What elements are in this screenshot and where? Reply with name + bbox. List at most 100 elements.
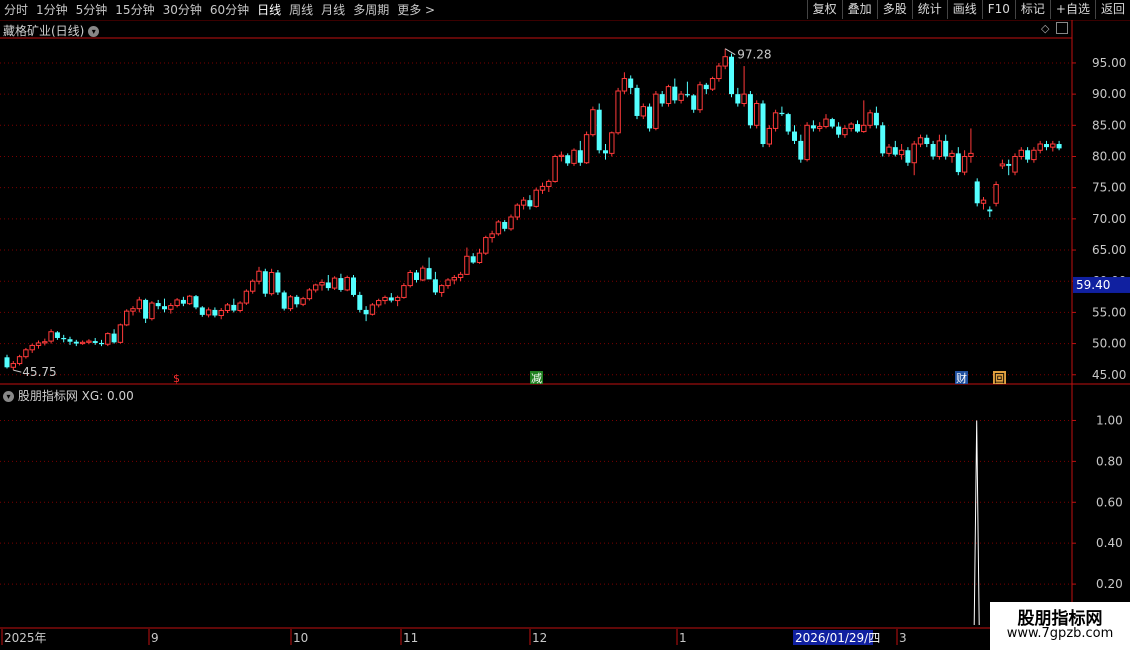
candle-body-down xyxy=(779,112,785,115)
candle-body-down xyxy=(281,292,287,309)
candle-body-down xyxy=(729,56,734,95)
candle-body-up xyxy=(804,124,810,161)
candle-body-down xyxy=(873,112,879,126)
candle-body-down xyxy=(905,150,911,163)
candle-body-up xyxy=(79,341,86,345)
watermark-url: www.7gpzb.com xyxy=(1006,626,1114,641)
chart-canvas[interactable]: 95.0090.0085.0080.0075.0070.0065.0060.00… xyxy=(0,0,1130,650)
candle-body-down xyxy=(262,271,268,294)
candle-body-up xyxy=(911,143,917,164)
time-axis-label: 1 xyxy=(679,631,687,645)
event-marker: $ xyxy=(173,372,180,385)
candle-body-down xyxy=(1006,163,1012,166)
candle-body-up xyxy=(1031,149,1037,161)
candle-body-up xyxy=(961,155,968,173)
candle-body-down xyxy=(659,94,665,104)
candle-body-down xyxy=(155,303,161,307)
candle-body-up xyxy=(949,152,955,157)
candle-body-up xyxy=(376,300,382,306)
candle-body-down xyxy=(193,296,199,308)
candle-body-up xyxy=(886,146,892,154)
candle-body-up xyxy=(615,90,621,134)
candle-body-down xyxy=(892,147,898,155)
candle-body-up xyxy=(218,310,224,317)
candle-body-down xyxy=(92,341,98,343)
candle-body-up xyxy=(842,127,848,136)
price-axis-label: 95.00 xyxy=(1092,56,1126,70)
candle-body-up xyxy=(848,123,854,129)
candle-body-up xyxy=(168,305,174,310)
price-axis-label: 55.00 xyxy=(1092,305,1126,319)
candle-body-up xyxy=(766,127,772,145)
candle-body-up xyxy=(590,109,596,136)
candle-body-up xyxy=(817,126,823,129)
candle-body-down xyxy=(4,357,10,368)
candle-body-down xyxy=(735,94,741,104)
candle-body-up xyxy=(445,279,451,287)
candle-body-up xyxy=(621,78,628,92)
candle-body-up xyxy=(420,267,426,281)
candle-body-up xyxy=(754,102,760,126)
candle-body-up xyxy=(187,295,193,305)
candle-body-down xyxy=(143,299,149,319)
candle-body-down xyxy=(1056,144,1062,149)
candle-body-up xyxy=(898,149,905,156)
candle-body-down xyxy=(785,114,791,132)
candle-body-down xyxy=(294,296,300,305)
candle-body-down xyxy=(760,103,766,145)
candle-body-up xyxy=(980,199,987,204)
candle-body-up xyxy=(224,304,231,312)
candle-body-up xyxy=(665,86,672,104)
candle-body-up xyxy=(722,56,728,67)
candle-body-down xyxy=(502,221,508,229)
candle-body-up xyxy=(313,284,319,291)
candle-body-up xyxy=(514,204,520,218)
candle-body-down xyxy=(432,279,438,293)
high-price-label: 97.28 xyxy=(737,48,771,62)
candle-body-down xyxy=(338,278,344,290)
candle-body-up xyxy=(394,296,401,302)
candle-body-up xyxy=(999,163,1006,167)
candle-body-up xyxy=(256,270,262,282)
candle-body-up xyxy=(552,155,558,182)
candle-body-up xyxy=(29,344,35,351)
candle-body-down xyxy=(363,309,369,315)
candle-body-down xyxy=(691,95,697,110)
candle-body-down xyxy=(565,155,571,164)
candle-body-up xyxy=(539,185,546,191)
candle-body-down xyxy=(855,124,860,132)
candle-body-down xyxy=(943,140,949,157)
candle-body-up xyxy=(993,184,999,204)
candle-body-down xyxy=(470,256,476,263)
candle-body-down xyxy=(54,332,60,338)
xg-signal-line xyxy=(973,420,980,626)
candle-body-up xyxy=(124,310,130,326)
candle-body-down xyxy=(798,140,804,160)
candle-body-down xyxy=(180,299,186,304)
candle-body-down xyxy=(747,94,753,126)
price-axis-label: 80.00 xyxy=(1092,149,1126,163)
candle-body-up xyxy=(508,216,514,230)
candle-body-down xyxy=(357,294,363,310)
low-pointer xyxy=(13,369,22,373)
candle-body-up xyxy=(10,363,17,368)
candle-body-down xyxy=(628,78,634,88)
candle-body-up xyxy=(653,93,659,129)
price-axis-label: 75.00 xyxy=(1092,181,1126,195)
candle-body-up xyxy=(716,65,722,80)
time-axis-label: 12 xyxy=(532,631,547,645)
candle-body-up xyxy=(250,280,256,292)
candle-body-up xyxy=(439,285,445,293)
candle-body-up xyxy=(823,118,829,128)
candle-body-down xyxy=(1044,144,1049,148)
candle-body-down xyxy=(603,150,608,154)
indicator-axis-label: 0.80 xyxy=(1096,454,1123,468)
candle-body-up xyxy=(306,289,313,300)
candle-body-down xyxy=(275,272,281,293)
candle-body-down xyxy=(672,86,678,101)
price-axis-label: 50.00 xyxy=(1092,337,1126,351)
candle-body-up xyxy=(476,252,483,264)
candle-body-up xyxy=(243,290,250,304)
candle-body-down xyxy=(792,131,797,141)
candle-body-up xyxy=(489,233,495,239)
